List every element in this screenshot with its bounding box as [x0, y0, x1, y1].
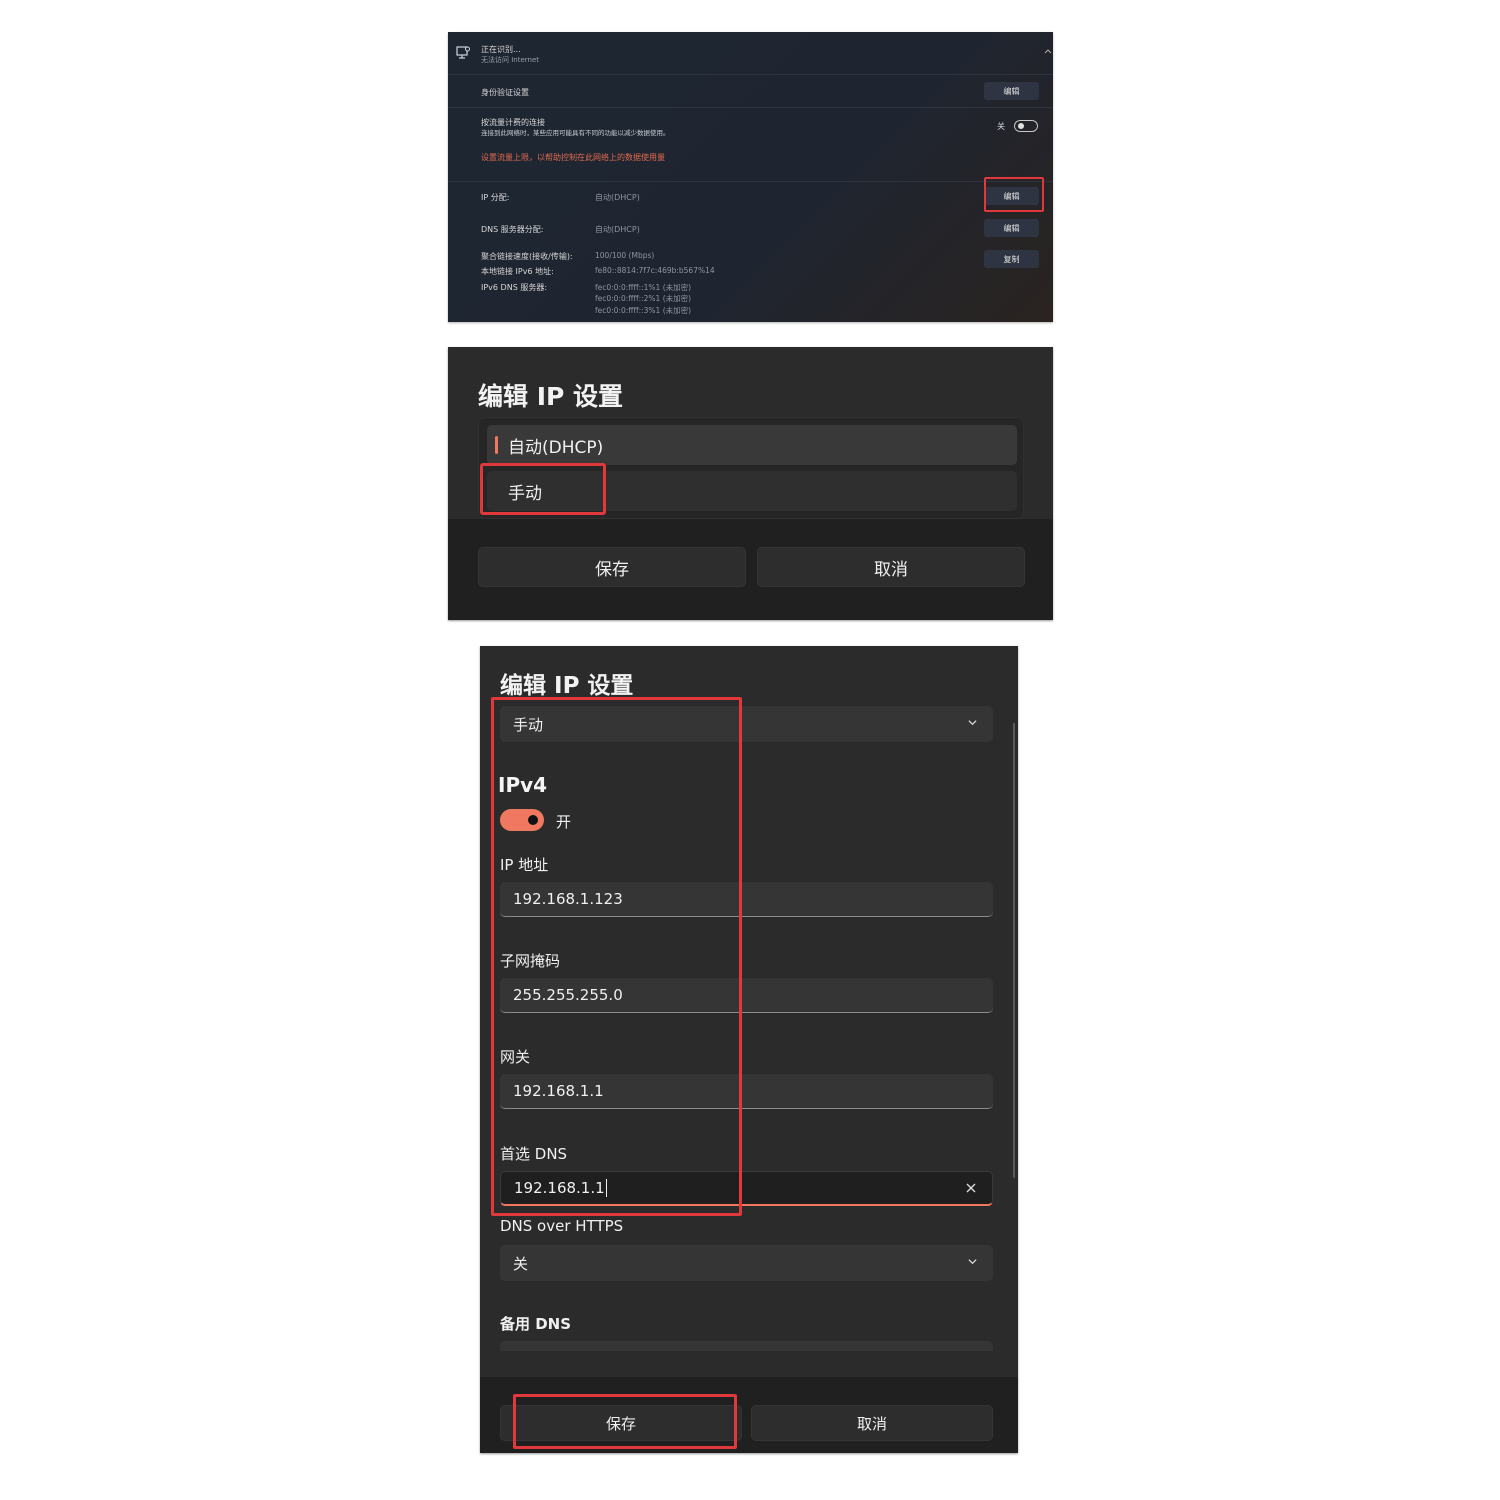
- ipv6-address-value: fe80::8814:7f7c:469b:b567%14: [595, 266, 715, 275]
- option-dhcp[interactable]: 自动(DHCP): [487, 425, 1017, 465]
- monitor-network-icon: [456, 46, 470, 59]
- doh-value: 关: [513, 1254, 529, 1273]
- chevron-up-icon[interactable]: [1044, 48, 1052, 54]
- edit-ip-dialog-manual: 编辑 IP 设置 手动 IPv4 开 IP 地址 192.168.1.123 子…: [480, 646, 1018, 1453]
- cancel-button[interactable]: 取消: [751, 1405, 993, 1441]
- copy-button[interactable]: 复制: [984, 250, 1039, 268]
- highlight-box: [513, 1394, 737, 1449]
- alternate-dns-input[interactable]: [500, 1341, 993, 1351]
- selected-indicator: [495, 436, 498, 454]
- link-speed-value: 100/100 (Mbps): [595, 251, 655, 260]
- clear-icon[interactable]: [964, 1181, 978, 1195]
- chevron-down-icon: [968, 720, 977, 726]
- ip-assignment-value: 自动(DHCP): [595, 193, 640, 202]
- data-limit-link[interactable]: 设置流量上限，以帮助控制在此网络上的数据使用量: [481, 152, 665, 163]
- network-status: 正在识别...: [481, 45, 521, 54]
- edit-ip-dialog-dropdown: 编辑 IP 设置 自动(DHCP) 手动 保存 取消: [448, 347, 1053, 620]
- ip-assignment-label: IP 分配:: [481, 193, 510, 202]
- ipv6-address-label: 本地链接 IPv6 地址:: [481, 267, 554, 276]
- option-dhcp-label: 自动(DHCP): [508, 437, 604, 458]
- auth-settings-label: 身份验证设置: [481, 88, 529, 97]
- alternate-dns-label: 备用 DNS: [500, 1315, 572, 1333]
- highlight-box: [480, 463, 606, 515]
- network-properties-panel: 正在识别... 无法访问 Internet 身份验证设置 编辑 按流量计费的连接…: [448, 32, 1053, 322]
- doh-label: DNS over HTTPS: [500, 1217, 624, 1235]
- scrollbar[interactable]: [1013, 723, 1015, 1178]
- ipv6-dns-value: fec0:0:0:ffff::2%1 (未加密): [595, 294, 692, 303]
- metered-toggle-state: 关: [997, 122, 1005, 131]
- chevron-down-icon: [968, 1259, 977, 1265]
- cancel-button[interactable]: 取消: [757, 547, 1025, 587]
- dns-assignment-value: 自动(DHCP): [595, 225, 640, 234]
- dialog-title: 编辑 IP 设置: [500, 673, 634, 699]
- metered-toggle[interactable]: [1014, 120, 1038, 132]
- ipv6-dns-value: fec0:0:0:ffff::1%1 (未加密): [595, 283, 692, 292]
- doh-select[interactable]: 关: [500, 1245, 993, 1281]
- save-button[interactable]: 保存: [478, 547, 746, 587]
- dialog-title: 编辑 IP 设置: [478, 382, 624, 411]
- network-substatus: 无法访问 Internet: [481, 56, 540, 64]
- link-speed-label: 聚合链接速度(接收/传输):: [481, 252, 573, 261]
- ipv6-dns-label: IPv6 DNS 服务器:: [481, 283, 548, 292]
- auth-edit-button[interactable]: 编辑: [984, 82, 1039, 100]
- highlight-box: [491, 697, 742, 1216]
- dns-edit-button[interactable]: 编辑: [984, 219, 1039, 237]
- metered-connection-desc: 连接到此网络时，某些应用可能具有不同的功能以减少数据使用。: [481, 129, 670, 137]
- dns-assignment-label: DNS 服务器分配:: [481, 225, 544, 234]
- highlight-box: [984, 177, 1044, 212]
- ipv6-dns-value: fec0:0:0:ffff::3%1 (未加密): [595, 306, 692, 315]
